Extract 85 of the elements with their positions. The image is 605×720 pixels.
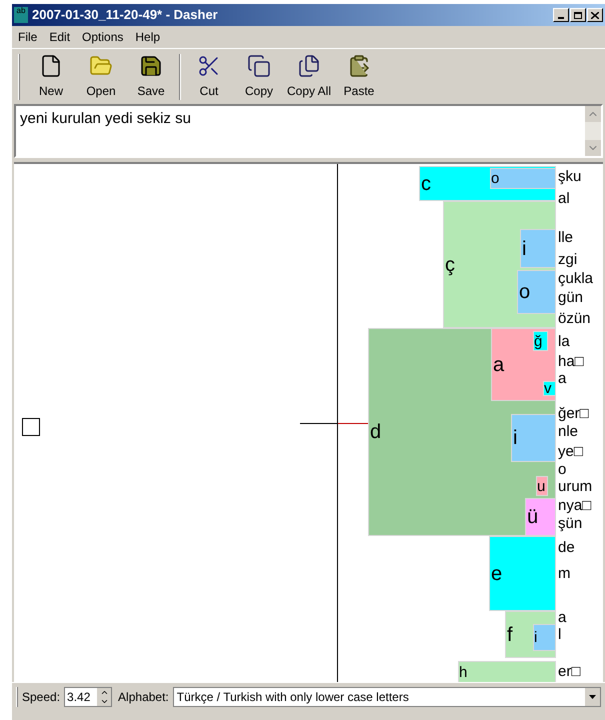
- letter-label: özün: [558, 311, 591, 326]
- dropdown-caret-icon[interactable]: [584, 688, 600, 706]
- menu-item[interactable]: Options: [82, 28, 124, 46]
- box-letter: i: [512, 428, 518, 448]
- box-letter: u: [537, 478, 546, 494]
- maximize-icon: [574, 12, 582, 18]
- marker-square: [22, 418, 40, 436]
- letter-label: şku: [558, 169, 582, 184]
- letter-box[interactable]: v: [543, 381, 556, 396]
- letter-box[interactable]: a ğ v: [491, 328, 556, 401]
- toolbar-button[interactable]: Copy All: [284, 52, 334, 102]
- box-letter: ğ: [534, 334, 542, 348]
- menu-item[interactable]: Help: [135, 28, 160, 46]
- letter-box[interactable]: i: [520, 229, 556, 268]
- maximize-button[interactable]: [570, 8, 586, 22]
- toolbar-button[interactable]: Paste: [334, 52, 384, 102]
- letter-box[interactable]: h: [458, 661, 556, 682]
- letter-label: la: [558, 334, 570, 349]
- minimize-button[interactable]: [553, 8, 569, 22]
- letter-box[interactable]: ç i o: [443, 201, 556, 328]
- letter-label: ha□: [558, 354, 584, 369]
- close-button[interactable]: [587, 8, 603, 22]
- app-icon: ab: [14, 7, 28, 23]
- box-letter: d: [369, 422, 382, 442]
- letter-label: a: [558, 371, 566, 386]
- letter-label: çukla: [558, 271, 594, 286]
- crosshair-horizontal-line: [300, 423, 337, 424]
- box-letter: o: [491, 171, 500, 186]
- speed-spinner[interactable]: 3.42: [64, 686, 112, 706]
- letter-box[interactable]: i: [533, 624, 556, 651]
- window-title: 2007-01-30_11-20-49* - Dasher: [32, 6, 219, 24]
- dasher-canvas[interactable]: c o ç i o d a ğ v i u ü e f i h şku al lle zgi çukla gün özün la ha□ a ğer□ nle ye□ o urum nya□ şün de m a l er□: [14, 162, 603, 682]
- letter-label: nya□: [558, 498, 592, 513]
- menu-item[interactable]: Edit: [49, 28, 70, 46]
- toolbar-button[interactable]: Cut: [184, 52, 234, 102]
- letter-label: urum: [558, 479, 592, 494]
- letter-label: lle: [558, 230, 574, 245]
- letter-label: gün: [558, 290, 584, 305]
- letter-box[interactable]: o: [490, 168, 556, 189]
- letter-box[interactable]: d a ğ v i u ü: [368, 328, 556, 536]
- alphabet-label: Alphabet:: [118, 688, 169, 706]
- letter-label: şün: [558, 516, 582, 531]
- box-letter: ç: [444, 254, 455, 274]
- toolbar-button[interactable]: New: [26, 52, 76, 102]
- toolbar-button[interactable]: Open: [76, 52, 126, 102]
- box-letter: h: [459, 664, 468, 680]
- toolbar-button[interactable]: Copy: [234, 52, 284, 102]
- box-letter: e: [490, 564, 502, 584]
- speed-label: Speed:: [22, 688, 60, 706]
- copy-icon: [247, 54, 271, 78]
- box-letter: v: [544, 381, 552, 396]
- box-letter: o: [518, 282, 530, 302]
- letter-box[interactable]: o: [517, 270, 556, 314]
- box-letter: f: [506, 624, 513, 644]
- letter-box[interactable]: i: [511, 414, 556, 462]
- letter-label: l: [558, 627, 562, 642]
- letter-label: ğer□: [558, 406, 589, 421]
- letter-label: de: [558, 540, 575, 555]
- letter-box[interactable]: f i: [505, 611, 556, 658]
- letter-box[interactable]: ü: [525, 498, 556, 536]
- box-letter: ü: [526, 507, 538, 527]
- letter-label: m: [558, 566, 570, 581]
- letter-label: er□: [558, 664, 580, 679]
- letter-box[interactable]: c o: [419, 166, 556, 201]
- letter-box[interactable]: u: [536, 476, 548, 496]
- letter-label: ye□: [558, 444, 583, 459]
- letter-label: o: [558, 462, 566, 477]
- folder-icon: [89, 54, 113, 78]
- alphabet-dropdown[interactable]: Türkçe / Turkish with only lower case letters: [172, 686, 601, 706]
- letter-label: al: [558, 191, 570, 206]
- toolbar-button[interactable]: Save: [126, 52, 176, 102]
- box-letter: c: [420, 174, 431, 194]
- box-letter: a: [492, 354, 504, 374]
- letter-label: zgi: [558, 252, 578, 267]
- letter-label: nle: [558, 424, 578, 439]
- copy-all-icon: [297, 54, 321, 78]
- save-icon: [139, 54, 163, 78]
- minimize-icon: [558, 17, 564, 19]
- letter-box[interactable]: e: [489, 536, 556, 611]
- letter-box[interactable]: ğ: [533, 331, 548, 351]
- close-icon: [591, 12, 599, 18]
- letter-label: a: [558, 610, 566, 625]
- box-letter: i: [521, 238, 526, 258]
- box-letter: i: [534, 630, 538, 645]
- menu-item[interactable]: File: [18, 28, 38, 46]
